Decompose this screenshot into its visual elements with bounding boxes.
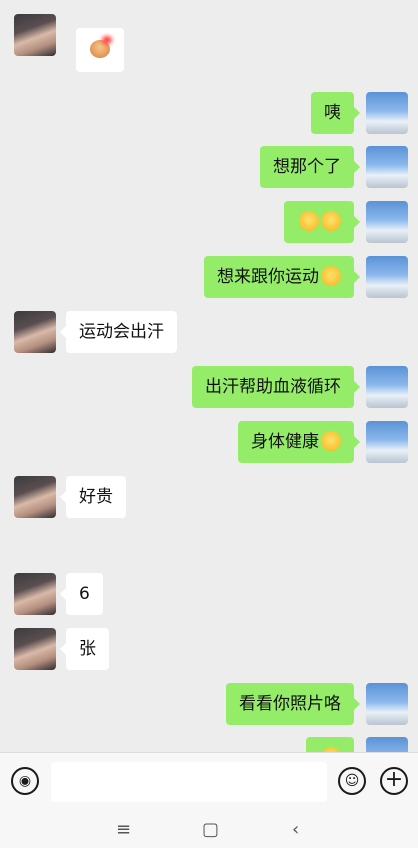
contact-avatar[interactable]: [14, 628, 56, 670]
message-bubble-sent[interactable]: 身体健康: [238, 421, 360, 463]
message-bubble-sent[interactable]: [284, 201, 360, 243]
message-bubble-received[interactable]: 好贵: [60, 476, 126, 518]
laugh-emoji-icon: [321, 266, 341, 286]
message-text: 6: [79, 584, 90, 604]
message-bubble-sent[interactable]: [306, 737, 354, 752]
input-toolbar: ◉ ☺ +: [0, 752, 418, 811]
message-bubble-sent[interactable]: 咦: [311, 92, 360, 134]
message-text: 张: [79, 639, 96, 659]
self-avatar[interactable]: [366, 683, 408, 725]
self-avatar[interactable]: [366, 256, 408, 298]
message-text: 出汗帮助血液循环: [205, 377, 341, 397]
emoji-icon[interactable]: ☺: [338, 767, 366, 795]
message-text: 想来跟你运动: [217, 267, 319, 287]
smile-emoji-icon: [321, 211, 341, 231]
contact-avatar[interactable]: [14, 311, 56, 353]
message-text: 咦: [324, 103, 341, 123]
smile-emoji-icon: [299, 211, 319, 231]
cake-emoji-icon: [90, 40, 110, 58]
message-bubble-received[interactable]: 运动会出汗: [60, 311, 177, 353]
message-bubble-received[interactable]: 张: [60, 628, 109, 670]
home-button[interactable]: ▢: [202, 819, 219, 840]
self-avatar[interactable]: [366, 146, 408, 188]
chat-area: 咦 想那个了 想来跟你运动 运动会出汗 出汗帮助血液循环 身体健康 好贵 6 张: [0, 0, 418, 752]
laugh-emoji-icon: [321, 431, 341, 451]
self-avatar[interactable]: [366, 737, 408, 752]
message-bubble-received[interactable]: [76, 28, 124, 72]
message-text: 想那个了: [273, 157, 341, 177]
self-avatar[interactable]: [366, 366, 408, 408]
contact-avatar[interactable]: [14, 14, 56, 56]
plus-icon[interactable]: +: [380, 767, 408, 795]
self-avatar[interactable]: [366, 201, 408, 243]
message-bubble-sent[interactable]: 看看你照片咯: [226, 683, 360, 725]
contact-avatar[interactable]: [14, 476, 56, 518]
contact-avatar[interactable]: [14, 573, 56, 615]
back-button[interactable]: ‹: [292, 819, 299, 840]
message-bubble-received[interactable]: 6: [60, 573, 103, 615]
system-nav-bar: ≡ ▢ ‹: [0, 811, 418, 848]
voice-icon[interactable]: ◉: [11, 767, 39, 795]
message-text: 好贵: [79, 487, 113, 507]
self-avatar[interactable]: [366, 92, 408, 134]
message-input[interactable]: [51, 762, 327, 802]
message-bubble-sent[interactable]: 想来跟你运动: [204, 256, 360, 298]
message-bubble-sent[interactable]: 想那个了: [260, 146, 360, 188]
menu-button[interactable]: ≡: [116, 819, 131, 840]
message-text: 运动会出汗: [79, 322, 164, 342]
message-text: 看看你照片咯: [239, 694, 341, 714]
self-avatar[interactable]: [366, 421, 408, 463]
message-text: 身体健康: [251, 432, 319, 452]
message-bubble-sent[interactable]: 出汗帮助血液循环: [192, 366, 360, 408]
